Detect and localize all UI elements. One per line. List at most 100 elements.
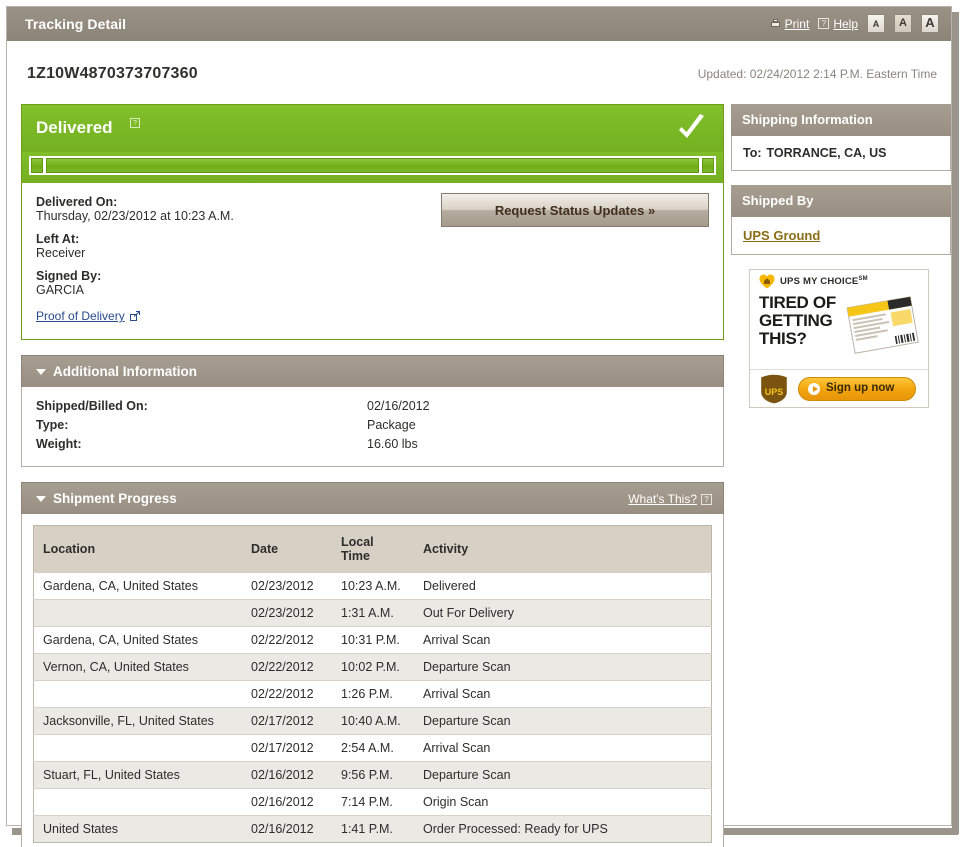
ad-brand-text: UPS MY CHOICE bbox=[780, 276, 859, 288]
info-row: Type: Package bbox=[22, 416, 723, 435]
table-row: Gardena, CA, United States 02/23/2012 10:2… bbox=[33, 572, 712, 600]
cell-date: 02/16/2012 bbox=[245, 761, 335, 789]
ad-brand-label: UPS MY CHOICESM bbox=[780, 276, 868, 287]
cell-local-time: 10:40 A.M. bbox=[335, 707, 417, 735]
cell-location bbox=[33, 734, 245, 762]
cell-activity: Delivered bbox=[417, 572, 712, 600]
cell-date: 02/22/2012 bbox=[245, 680, 335, 708]
help-button[interactable]: ? Help bbox=[818, 17, 858, 31]
shipping-to-value: TORRANCE, CA, US bbox=[766, 146, 887, 160]
cell-local-time: 2:54 A.M. bbox=[335, 734, 417, 762]
table-row: United States 02/16/2012 1:41 P.M. Order Pr… bbox=[33, 815, 712, 843]
window-toolbar: Print ? Help A A A bbox=[770, 14, 939, 33]
cell-activity: Out For Delivery bbox=[417, 599, 712, 627]
shipping-service-link[interactable]: UPS Ground bbox=[743, 228, 820, 243]
ad-cta-row: UPS Sign up now bbox=[750, 369, 928, 407]
additional-information-body: Shipped/Billed On: 02/16/2012 Type: Pack… bbox=[21, 387, 724, 467]
info-key: Shipped/Billed On: bbox=[36, 399, 148, 413]
whats-this-label: What's This? bbox=[628, 492, 697, 506]
table-row: 02/23/2012 1:31 A.M. Out For Delivery bbox=[33, 599, 712, 627]
text-size-large-button[interactable]: A bbox=[921, 14, 939, 33]
status-label: Delivered bbox=[36, 118, 113, 137]
cell-location: Gardena, CA, United States bbox=[33, 572, 245, 600]
status-banner: Delivered ? bbox=[22, 105, 723, 152]
cell-date: 02/23/2012 bbox=[245, 599, 335, 627]
question-mark-icon: ? bbox=[818, 18, 830, 29]
cell-location: United States bbox=[33, 815, 245, 843]
cell-activity: Departure Scan bbox=[417, 653, 712, 681]
delivery-details: Delivered On: Thursday, 02/23/2012 at 10… bbox=[22, 183, 723, 339]
table-header-row: Location Date Local Time Activity bbox=[33, 525, 712, 573]
cell-activity: Origin Scan bbox=[417, 788, 712, 816]
cell-local-time: 1:26 P.M. bbox=[335, 680, 417, 708]
cell-activity: Order Processed: Ready for UPS bbox=[417, 815, 712, 843]
play-triangle-icon bbox=[808, 383, 820, 395]
shipment-progress-header[interactable]: Shipment Progress What's This? ? bbox=[21, 482, 724, 514]
status-help-icon[interactable]: ? bbox=[130, 118, 140, 128]
table-row: Gardena, CA, United States 02/22/2012 10:3… bbox=[33, 626, 712, 654]
text-size-small-button[interactable]: A bbox=[867, 14, 885, 33]
shipping-information-title: Shipping Information bbox=[742, 112, 873, 127]
collapse-caret-icon[interactable] bbox=[36, 369, 46, 375]
ups-infonotice-image bbox=[846, 296, 919, 354]
ups-my-choice-ad[interactable]: UPS MY CHOICESM TIRED OF GETTING THIS? U… bbox=[749, 269, 929, 408]
cell-location: Gardena, CA, United States bbox=[33, 626, 245, 654]
sign-up-now-button[interactable]: Sign up now bbox=[798, 377, 916, 401]
sidebar-column: Shipping Information To: TORRANCE, CA, US… bbox=[731, 104, 951, 408]
request-status-updates-button[interactable]: Request Status Updates » bbox=[441, 193, 709, 227]
shipped-by-body: UPS Ground bbox=[731, 217, 951, 255]
cell-local-time: 10:02 P.M. bbox=[335, 653, 417, 681]
info-value: 02/16/2012 bbox=[367, 399, 430, 413]
proof-of-delivery-link[interactable]: Proof of Delivery bbox=[36, 309, 140, 323]
window-shadow-right bbox=[952, 12, 959, 834]
cell-local-time: 10:31 P.M. bbox=[335, 626, 417, 654]
question-mark-icon: ? bbox=[701, 493, 712, 505]
cell-location: Stuart, FL, United States bbox=[33, 761, 245, 789]
ad-headline-line2: GETTING bbox=[759, 311, 833, 330]
cell-local-time: 9:56 P.M. bbox=[335, 761, 417, 789]
window-frame: Tracking Detail Print ? Help A A A 1Z10W… bbox=[6, 6, 952, 847]
tracking-number: 1Z10W4870373707360 bbox=[27, 65, 198, 82]
additional-information-header[interactable]: Additional Information bbox=[21, 355, 724, 387]
shipped-by-title: Shipped By bbox=[742, 193, 814, 208]
left-at-label: Left At: bbox=[36, 232, 80, 246]
text-size-medium-button[interactable]: A bbox=[894, 14, 912, 33]
print-button[interactable]: Print bbox=[770, 16, 810, 31]
delivery-status-card: Delivered ? Delivered On: Thursday, 02/2… bbox=[21, 104, 724, 340]
whats-this-link[interactable]: What's This? ? bbox=[628, 492, 712, 506]
column-header-activity: Activity bbox=[417, 525, 712, 573]
table-row: 02/22/2012 1:26 P.M. Arrival Scan bbox=[33, 680, 712, 708]
info-row: Weight: 16.60 lbs bbox=[22, 435, 723, 454]
progress-segment-start bbox=[31, 158, 43, 173]
table-row: 02/16/2012 7:14 P.M. Origin Scan bbox=[33, 788, 712, 816]
table-body: Gardena, CA, United States 02/23/2012 10:2… bbox=[33, 572, 712, 843]
heart-house-icon bbox=[759, 274, 775, 289]
shipment-progress-body: Location Date Local Time Activity Gardena… bbox=[21, 514, 724, 847]
progress-segment-end bbox=[702, 158, 714, 173]
cell-activity: Arrival Scan bbox=[417, 680, 712, 708]
window-title-bar: Tracking Detail Print ? Help A A A bbox=[7, 7, 951, 41]
main-content-column: Delivered ? Delivered On: Thursday, 02/2… bbox=[21, 104, 724, 847]
last-updated-text: Updated: 02/24/2012 2:14 P.M. Eastern Ti… bbox=[697, 67, 937, 81]
shipping-information-header: Shipping Information bbox=[731, 104, 951, 136]
table-row: Vernon, CA, United States 02/22/2012 10:02… bbox=[33, 653, 712, 681]
collapse-caret-icon[interactable] bbox=[36, 496, 46, 502]
cell-location bbox=[33, 680, 245, 708]
info-row: Shipped/Billed On: 02/16/2012 bbox=[22, 397, 723, 416]
cell-activity: Arrival Scan bbox=[417, 734, 712, 762]
table-header: Location Date Local Time Activity bbox=[33, 525, 712, 573]
column-header-local-time: Local Time bbox=[335, 525, 417, 573]
cell-local-time: 10:23 A.M. bbox=[335, 572, 417, 600]
info-value: Package bbox=[367, 418, 416, 432]
ad-headline-line1: TIRED OF bbox=[759, 293, 836, 312]
info-key: Type: bbox=[36, 418, 69, 432]
table-row: 02/17/2012 2:54 A.M. Arrival Scan bbox=[33, 734, 712, 762]
printer-icon bbox=[770, 18, 781, 29]
print-label: Print bbox=[784, 16, 810, 31]
table-row: Jacksonville, FL, United States 02/17/201… bbox=[33, 707, 712, 735]
cell-activity: Departure Scan bbox=[417, 707, 712, 735]
cell-location: Vernon, CA, United States bbox=[33, 653, 245, 681]
progress-segment-fill bbox=[46, 158, 699, 173]
cell-location: Jacksonville, FL, United States bbox=[33, 707, 245, 735]
cell-date: 02/17/2012 bbox=[245, 707, 335, 735]
